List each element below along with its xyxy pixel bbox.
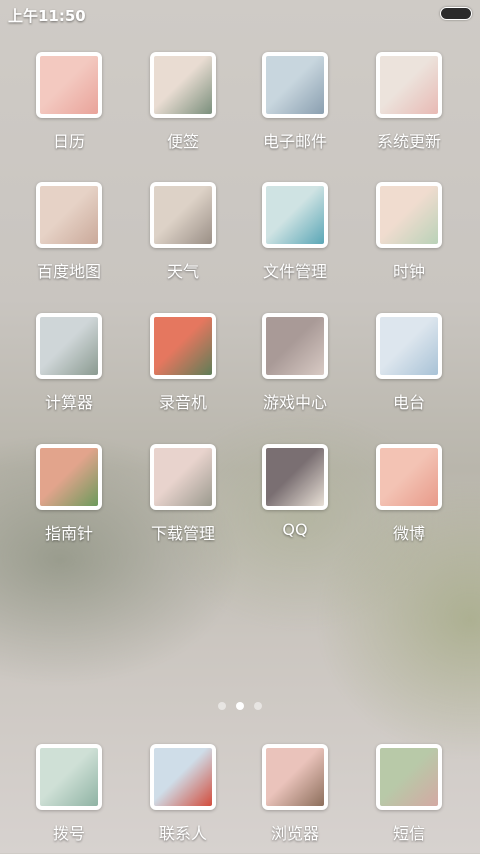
- clock-icon: [380, 186, 438, 244]
- recorder-icon: [154, 317, 212, 375]
- dock-app-browser[interactable]: 浏览器: [240, 744, 350, 854]
- app-game-center[interactable]: 游戏中心: [240, 313, 350, 423]
- dock: 拨号 联系人 浏览器 短信: [0, 744, 480, 854]
- app-label: 游戏中心: [262, 393, 327, 412]
- app-notes[interactable]: 便签: [128, 52, 238, 162]
- app-email[interactable]: 电子邮件: [240, 52, 350, 162]
- game-center-app-tile: [262, 313, 328, 379]
- weibo-icon: [380, 448, 438, 506]
- app-weibo[interactable]: 微博: [354, 444, 464, 554]
- app-label: 联系人: [158, 824, 207, 843]
- weibo-app-tile: [376, 444, 442, 510]
- map-app-tile: [36, 182, 102, 248]
- app-label: 计算器: [44, 393, 93, 412]
- calculator-app-tile: [36, 313, 102, 379]
- phone-app-tile: [36, 744, 102, 810]
- app-label: QQ: [282, 520, 308, 539]
- page-dot-3[interactable]: [254, 702, 262, 710]
- app-label: 短信: [392, 824, 425, 843]
- contacts-app-tile: [150, 744, 216, 810]
- status-bar: 上午11:50: [0, 0, 480, 28]
- app-label: 指南针: [44, 524, 93, 543]
- app-label: 电台: [392, 393, 425, 412]
- dock-app-dialer[interactable]: 拨号: [14, 744, 124, 854]
- status-time: 上午11:50: [8, 7, 86, 25]
- app-label: 日历: [52, 132, 85, 151]
- system-update-icon: [380, 56, 438, 114]
- app-label: 天气: [166, 262, 199, 281]
- clock-app-tile: [376, 182, 442, 248]
- system-update-app-tile: [376, 52, 442, 118]
- app-label: 录音机: [158, 393, 207, 412]
- app-compass[interactable]: 指南针: [14, 444, 124, 554]
- app-label: 百度地图: [36, 262, 101, 281]
- app-label: 文件管理: [262, 262, 327, 281]
- notes-icon: [154, 56, 212, 114]
- email-app-tile: [262, 52, 328, 118]
- notes-app-tile: [150, 52, 216, 118]
- radio-icon: [380, 317, 438, 375]
- app-download-manager[interactable]: 下载管理: [128, 444, 238, 554]
- page-dot-2[interactable]: [236, 702, 244, 710]
- file-manager-icon: [266, 186, 324, 244]
- app-radio[interactable]: 电台: [354, 313, 464, 423]
- recorder-app-tile: [150, 313, 216, 379]
- browser-app-tile: [262, 744, 328, 810]
- calculator-icon: [40, 317, 98, 375]
- app-baidu-map[interactable]: 百度地图: [14, 182, 124, 292]
- map-icon: [40, 186, 98, 244]
- download-manager-icon: [154, 448, 212, 506]
- app-label: 下载管理: [150, 524, 215, 543]
- phone-icon: [40, 748, 98, 806]
- file-manager-app-tile: [262, 182, 328, 248]
- game-center-icon: [266, 317, 324, 375]
- messages-icon: [380, 748, 438, 806]
- page-dot-1[interactable]: [218, 702, 226, 710]
- dock-app-contacts[interactable]: 联系人: [128, 744, 238, 854]
- page-indicator[interactable]: [218, 702, 266, 712]
- calendar-icon: [40, 56, 98, 114]
- app-label: 便签: [166, 132, 199, 151]
- messages-app-tile: [376, 744, 442, 810]
- compass-app-tile: [36, 444, 102, 510]
- calendar-app-tile: [36, 52, 102, 118]
- app-label: 电子邮件: [262, 132, 327, 151]
- app-file-manager[interactable]: 文件管理: [240, 182, 350, 292]
- app-weather[interactable]: 天气: [128, 182, 238, 292]
- battery-icon: [440, 7, 472, 20]
- weather-app-tile: [150, 182, 216, 248]
- qq-icon: [266, 448, 324, 506]
- app-clock[interactable]: 时钟: [354, 182, 464, 292]
- app-qq[interactable]: QQ: [240, 444, 350, 554]
- contacts-icon: [154, 748, 212, 806]
- radio-app-tile: [376, 313, 442, 379]
- app-recorder[interactable]: 录音机: [128, 313, 238, 423]
- dock-app-messages[interactable]: 短信: [354, 744, 464, 854]
- app-label: 微博: [392, 524, 425, 543]
- download-manager-app-tile: [150, 444, 216, 510]
- app-label: 时钟: [392, 262, 425, 281]
- browser-icon: [266, 748, 324, 806]
- compass-icon: [40, 448, 98, 506]
- email-icon: [266, 56, 324, 114]
- weather-icon: [154, 186, 212, 244]
- app-system-update[interactable]: 系统更新: [354, 52, 464, 162]
- app-calendar[interactable]: 日历: [14, 52, 124, 162]
- qq-app-tile: [262, 444, 328, 510]
- app-calculator[interactable]: 计算器: [14, 313, 124, 423]
- app-label: 浏览器: [270, 824, 319, 843]
- app-label: 拨号: [52, 824, 85, 843]
- app-label: 系统更新: [376, 132, 441, 151]
